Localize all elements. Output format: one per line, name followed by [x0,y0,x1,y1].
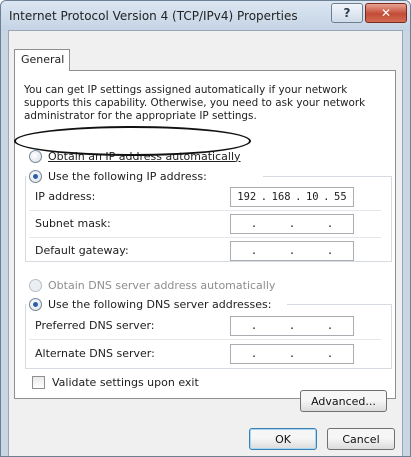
separator-dot: . [250,348,258,360]
window-title: Internet Protocol Version 4 (TCP/IPv4) P… [9,9,298,23]
alternate-dns-input[interactable]: . . . [230,344,354,364]
default-gateway-label: Default gateway: [35,243,129,257]
general-tab-panel: You can get IP settings assigned automat… [14,70,396,399]
row-divider [29,210,381,211]
separator-dot: . [326,320,334,332]
subnet-mask-label: Subnet mask: [35,216,111,230]
separator-dot: . [288,218,296,230]
validate-settings-checkbox-row[interactable]: Validate settings upon exit [32,376,199,389]
close-button[interactable]: ✕ [365,3,407,23]
separator-dot: . [326,348,334,360]
dialog-window: Internet Protocol Version 4 (TCP/IPv4) P… [0,0,411,457]
validate-settings-checkbox[interactable] [32,376,45,389]
ip-address-input[interactable]: 192. 168. 10. 55 [230,187,354,207]
ip-octet-4: 55 [334,191,347,203]
obtain-dns-auto-radio[interactable]: Obtain DNS server address automatically [29,277,275,293]
row-divider [29,339,381,340]
ip-octet-1: 192 [237,191,257,203]
ip-octet-3: 10 [305,191,319,203]
preferred-dns-row: Preferred DNS server: . . . [35,316,380,336]
radio-disabled-icon [29,278,42,292]
separator-dot: . [288,348,296,360]
tab-general[interactable]: General [14,49,70,71]
subnet-mask-input[interactable]: . . . [230,214,354,234]
preferred-dns-label: Preferred DNS server: [35,318,155,332]
separator-dot: . [250,245,258,257]
default-gateway-row: Default gateway: . . . [35,241,380,261]
ok-button[interactable]: OK [249,428,317,450]
separator-dot: . [288,320,296,332]
description-text: You can get IP settings assigned automat… [24,84,366,122]
validate-settings-label: Validate settings upon exit [52,376,199,389]
ip-address-label: IP address: [35,189,96,203]
title-bar[interactable]: Internet Protocol Version 4 (TCP/IPv4) P… [1,1,410,31]
ip-address-row: IP address: 192. 168. 10. 55 [35,187,380,207]
default-gateway-input[interactable]: . . . [230,241,354,261]
dialog-client-area: General You can get IP settings assigned… [8,30,403,456]
cancel-button[interactable]: Cancel [327,428,395,450]
separator-dot: . [250,320,258,332]
help-button[interactable]: ? [331,3,363,23]
separator-dot: . [326,245,334,257]
obtain-dns-auto-label: Obtain DNS server address automatically [48,278,276,292]
advanced-button[interactable]: Advanced... [300,390,387,412]
obtain-ip-auto-label: Obtain an IP address automatically [48,149,241,163]
preferred-dns-input[interactable]: . . . [230,316,354,336]
radio-unselected-icon [29,149,42,163]
alternate-dns-label: Alternate DNS server: [35,346,155,360]
ip-octet-2: 168 [271,191,291,203]
separator-dot: . [250,218,258,230]
separator-dot: . [326,218,334,230]
separator-dot: . [288,245,296,257]
row-divider [29,237,381,238]
alternate-dns-row: Alternate DNS server: . . . [35,344,380,364]
subnet-mask-row: Subnet mask: . . . [35,214,380,234]
obtain-ip-auto-radio[interactable]: Obtain an IP address automatically [29,148,241,164]
